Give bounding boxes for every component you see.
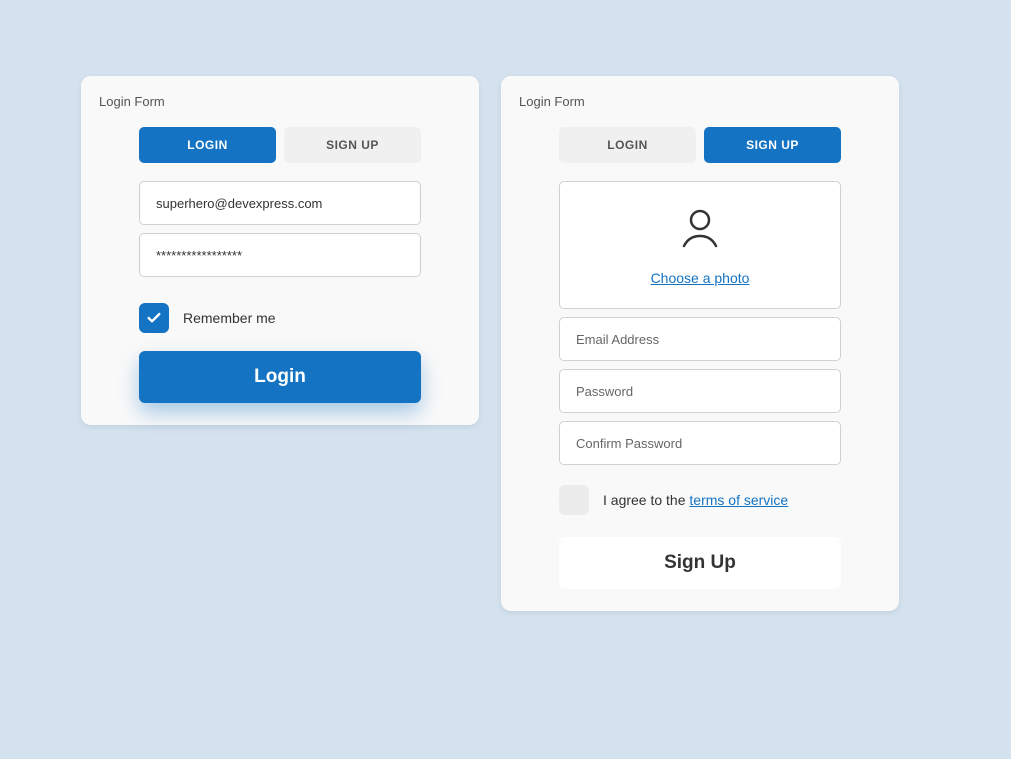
check-icon [146,310,162,326]
terms-label: I agree to the terms of service [603,492,788,508]
email-field[interactable] [559,317,841,361]
password-field[interactable] [139,233,421,277]
password-field[interactable] [559,369,841,413]
tab-signup[interactable]: SIGN UP [284,127,421,163]
remember-checkbox[interactable] [139,303,169,333]
confirm-password-field[interactable] [559,421,841,465]
avatar-icon [676,206,724,254]
card-title: Login Form [519,94,881,109]
choose-photo-link[interactable]: Choose a photo [651,270,750,286]
tab-login[interactable]: LOGIN [559,127,696,163]
card-title: Login Form [99,94,461,109]
tabs: LOGIN SIGN UP [519,127,881,163]
login-card: Login Form LOGIN SIGN UP Remember me Log… [81,76,479,425]
photo-uploader[interactable]: Choose a photo [559,181,841,309]
signup-button[interactable]: Sign Up [559,537,841,589]
remember-label: Remember me [183,310,276,326]
terms-of-service-link[interactable]: terms of service [689,492,788,508]
tabs: LOGIN SIGN UP [99,127,461,163]
tab-login[interactable]: LOGIN [139,127,276,163]
terms-checkbox[interactable] [559,485,589,515]
email-field[interactable] [139,181,421,225]
login-button[interactable]: Login [139,351,421,403]
signup-card: Login Form LOGIN SIGN UP Choose a photo … [501,76,899,611]
tab-signup[interactable]: SIGN UP [704,127,841,163]
